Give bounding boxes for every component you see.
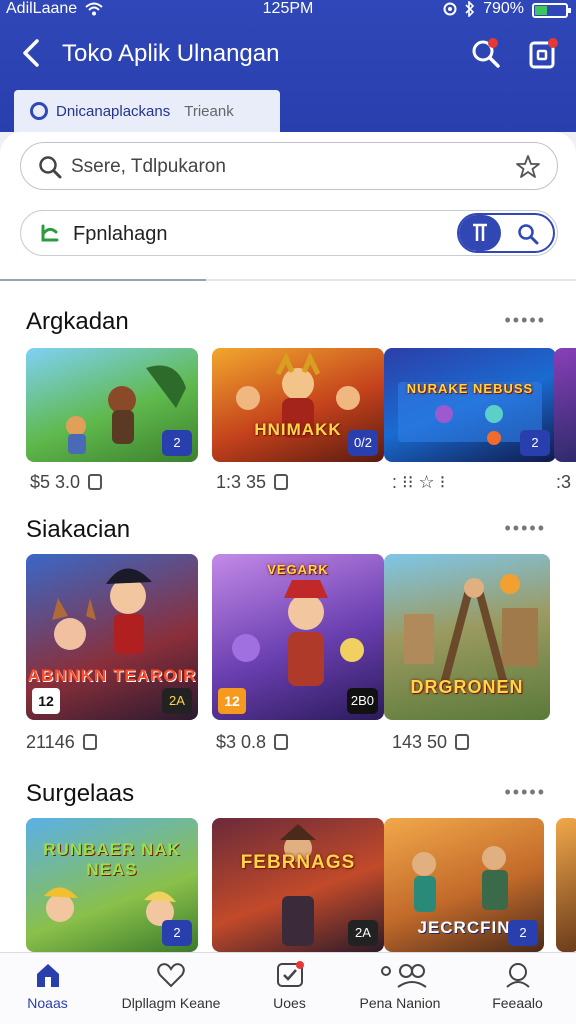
section-title: Siakacian bbox=[26, 516, 131, 543]
game-price: $5 3.0 bbox=[30, 472, 103, 493]
game-title-art: DRGRONEN bbox=[410, 677, 524, 697]
view-toggle[interactable] bbox=[457, 213, 555, 253]
bluetooth-icon bbox=[465, 1, 475, 17]
rating-badge: 2 bbox=[520, 430, 550, 456]
game-title-art: RUNBAER NAK NEAS bbox=[43, 840, 181, 879]
search-notification-dot bbox=[488, 38, 498, 48]
page-title: Toko Aplik Ulnangan bbox=[62, 40, 280, 67]
search-input[interactable]: Ssere, Tdlpukaron bbox=[71, 156, 226, 178]
filter-label: Fpnlahagn bbox=[73, 223, 168, 245]
toggle-grid-option[interactable] bbox=[459, 215, 501, 251]
download-icon bbox=[455, 734, 470, 750]
rating-badge: 2 bbox=[162, 430, 192, 456]
game-card[interactable]: FEBRNAGS 2A bbox=[212, 818, 384, 952]
refresh-icon bbox=[41, 224, 59, 242]
download-icon bbox=[274, 734, 289, 750]
heart-icon bbox=[157, 963, 185, 988]
nav-item-updates[interactable]: Uoes bbox=[232, 961, 347, 1011]
game-card[interactable]: NURAKE NEBUSS 2 bbox=[384, 348, 556, 462]
nav-item-home[interactable]: Noaas bbox=[0, 961, 105, 1011]
download-icon bbox=[274, 474, 289, 490]
section-title: Surgelaas bbox=[26, 780, 135, 807]
back-arrow-icon[interactable] bbox=[20, 38, 44, 68]
more-link[interactable]: ••••• bbox=[504, 518, 546, 539]
more-link[interactable]: ••••• bbox=[504, 782, 546, 803]
people-icon bbox=[381, 964, 427, 988]
game-price: 21146 bbox=[26, 732, 97, 753]
game-price: $3 0.8 bbox=[216, 732, 289, 753]
game-title-art: NURAKE NEBUSS bbox=[406, 381, 534, 396]
tab-active[interactable]: Dnicanaplackans bbox=[56, 103, 170, 120]
nav-item-wishlist[interactable]: Dlpllagm Keane bbox=[106, 961, 236, 1011]
game-card[interactable] bbox=[554, 348, 576, 462]
nav-item-profile[interactable]: Feeaalo bbox=[460, 961, 575, 1011]
search-bar[interactable]: Ssere, Tdlpukaron bbox=[20, 142, 558, 190]
section-divider bbox=[0, 279, 576, 281]
search-icon bbox=[39, 156, 62, 179]
rating-badge: 2B0 bbox=[346, 688, 378, 714]
game-card[interactable]: ABNNKN TEAROIR 12 2A bbox=[26, 554, 198, 720]
toggle-search-icon[interactable] bbox=[517, 223, 539, 245]
rating-badge: 2A bbox=[162, 688, 192, 714]
game-card[interactable]: HNIMAKK 0/2 bbox=[212, 348, 384, 462]
rating-badge: 2 bbox=[508, 920, 538, 946]
game-price: :3 bbox=[556, 472, 572, 492]
rating-badge: 2A bbox=[348, 920, 378, 946]
top-header: AdilLaane 125PM 790% Toko Aplik Ulnangan bbox=[0, 0, 576, 132]
game-price: 1:3 35 bbox=[216, 472, 289, 493]
game-card[interactable]: DRGRONEN bbox=[384, 554, 550, 720]
status-bar: AdilLaane 125PM 790% bbox=[0, 0, 576, 22]
game-title-art: VEGARK bbox=[267, 562, 329, 577]
home-icon bbox=[36, 964, 59, 987]
game-card[interactable]: 2 bbox=[26, 348, 198, 462]
star-icon[interactable] bbox=[515, 154, 541, 180]
check-icon bbox=[276, 961, 304, 987]
game-title-art: FEBRNAGS bbox=[240, 852, 356, 873]
grid-icon bbox=[473, 223, 487, 241]
nav-item-people[interactable]: Pena Nanion bbox=[342, 961, 458, 1011]
download-icon bbox=[82, 734, 97, 750]
game-card[interactable] bbox=[556, 818, 576, 952]
age-rating-badge: 12 bbox=[218, 688, 246, 714]
bottom-navigation: Noaas Dlpllagm Keane Uoes Pena Nanion Fe… bbox=[0, 952, 576, 1024]
main-content: Ssere, Tdlpukaron Fpnlahagn Argkadan •••… bbox=[0, 132, 576, 952]
battery-icon bbox=[532, 2, 571, 18]
rating-badge: 0/2 bbox=[348, 430, 378, 456]
battery-percent: 790% bbox=[483, 0, 524, 17]
game-card[interactable]: JECRCFIN 2 bbox=[384, 818, 544, 952]
cart-notification-dot bbox=[548, 38, 558, 48]
game-price: 143 50 bbox=[392, 732, 470, 753]
rating-badge: 2 bbox=[162, 920, 192, 946]
app-bar: Toko Aplik Ulnangan bbox=[0, 24, 576, 84]
profile-icon bbox=[505, 963, 530, 988]
tab-inactive[interactable]: Trieank bbox=[184, 103, 233, 120]
game-price: : ⁝⁝ ☆ ⁝ bbox=[392, 472, 446, 492]
location-icon bbox=[443, 2, 457, 16]
filter-bar[interactable]: Fpnlahagn bbox=[20, 210, 558, 256]
tab-strip: Dnicanaplackans Trieank bbox=[14, 90, 280, 132]
download-icon bbox=[88, 474, 103, 490]
section-title: Argkadan bbox=[26, 308, 129, 335]
game-card[interactable]: VEGARK 12 2B0 bbox=[212, 554, 384, 720]
game-card[interactable]: RUNBAER NAK NEAS 2 bbox=[26, 818, 198, 952]
age-rating-badge: 12 bbox=[32, 688, 60, 714]
more-link[interactable]: ••••• bbox=[504, 310, 546, 331]
game-title-art: ABNNKN TEAROIR bbox=[27, 666, 197, 685]
tab-radio-icon bbox=[30, 102, 48, 120]
